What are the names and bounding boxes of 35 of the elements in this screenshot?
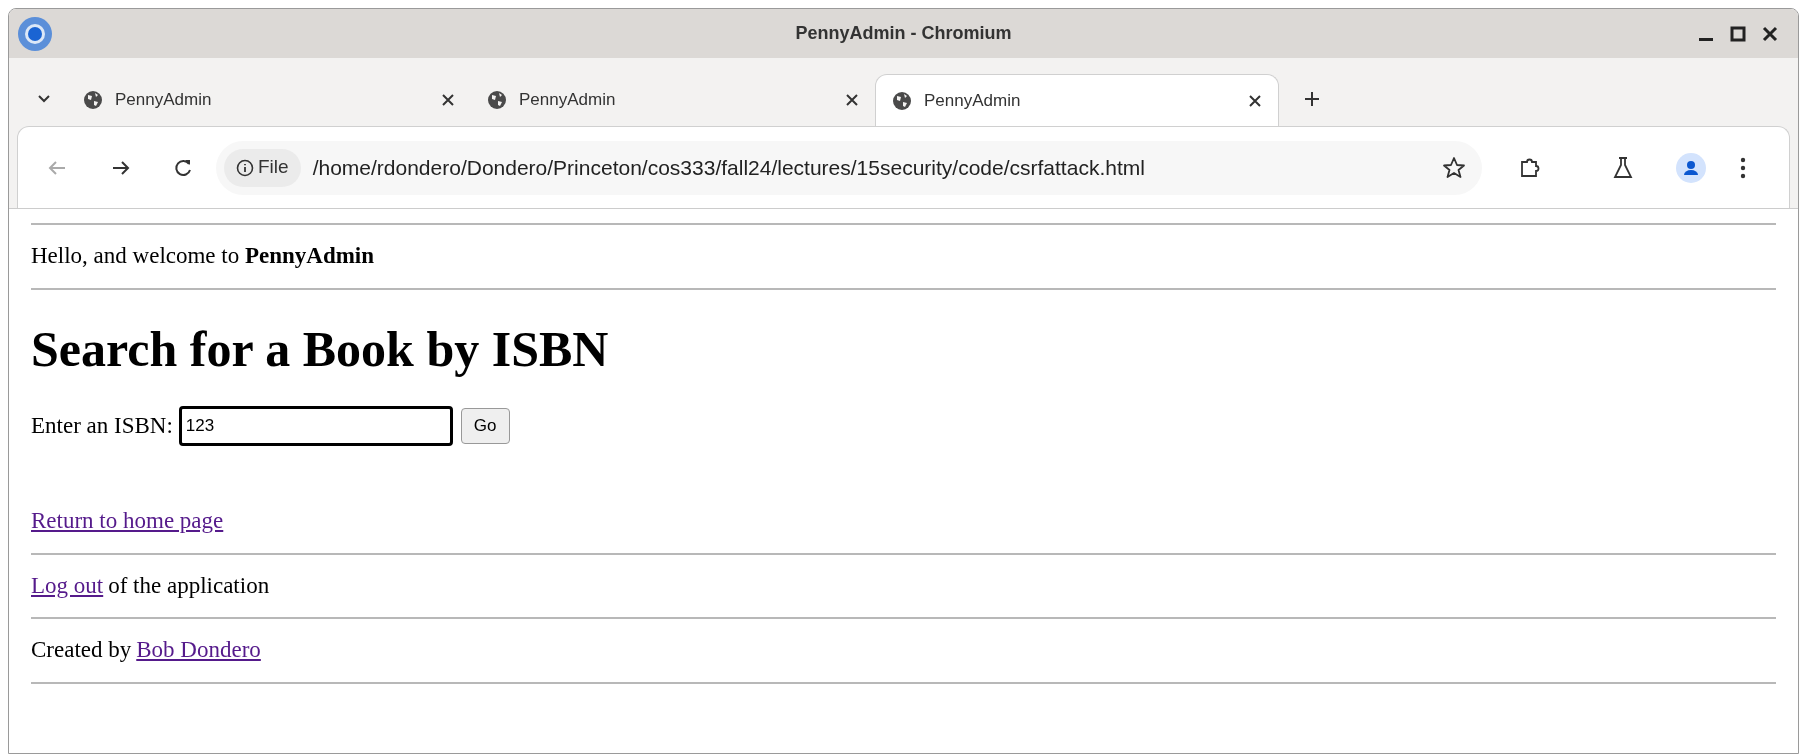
menu-icon[interactable] xyxy=(1740,156,1746,179)
close-icon[interactable] xyxy=(441,93,455,107)
globe-icon xyxy=(83,90,103,110)
maximize-icon[interactable] xyxy=(1730,25,1746,42)
welcome-text: Hello, and welcome to PennyAdmin xyxy=(31,242,376,270)
isbn-label: Enter an ISBN: xyxy=(31,411,173,440)
new-tab-icon[interactable] xyxy=(1303,90,1321,108)
window-title: PennyAdmin - Chromium xyxy=(795,22,1012,45)
site-info-chip[interactable]: File xyxy=(224,148,301,187)
flask-icon[interactable] xyxy=(1612,155,1634,180)
browser-tab[interactable]: PennyAdmin xyxy=(67,74,471,126)
info-icon xyxy=(236,158,254,177)
avatar-icon[interactable] xyxy=(1676,152,1706,183)
close-icon[interactable] xyxy=(845,93,859,107)
browser-tab[interactable]: PennyAdmin xyxy=(471,74,875,126)
browser-logo-icon xyxy=(17,15,53,52)
globe-icon xyxy=(892,90,912,111)
url-text: /home/rdondero/Dondero/Princeton/cos333/fall24/lectures/15security/code/csrfattack.html xyxy=(312,154,1145,181)
credit-text: Created by xyxy=(31,636,132,664)
home-page-link[interactable]: Return to home page xyxy=(31,508,224,533)
logout-text: of the application xyxy=(108,571,270,600)
tab-title: PennyAdmin xyxy=(519,89,617,112)
close-icon[interactable] xyxy=(1248,93,1262,108)
author-link[interactable]: Bob Dondero xyxy=(136,633,261,668)
tab-title: PennyAdmin xyxy=(924,89,1022,112)
address-field[interactable]: File /home/rdondero/Dondero/Princeton/cos333/fall24/lectures/15security/code/csrfattack.html xyxy=(216,140,1482,195)
tab-title: PennyAdmin xyxy=(115,89,213,112)
browser-tab[interactable]: PennyAdmin xyxy=(875,74,1279,126)
close-icon[interactable] xyxy=(1762,25,1778,42)
go-button[interactable]: Go xyxy=(460,408,510,444)
star-icon[interactable] xyxy=(1442,155,1466,180)
globe-icon xyxy=(487,90,507,110)
page-heading: Search for a Book by ISBN xyxy=(31,319,610,379)
logout-link[interactable]: Log out xyxy=(31,568,104,603)
isbn-input[interactable]: 123 xyxy=(178,406,453,446)
